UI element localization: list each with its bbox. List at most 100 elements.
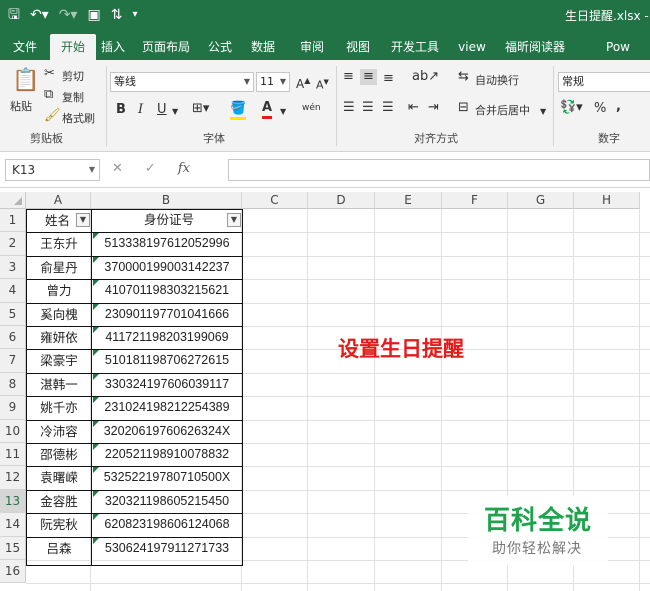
column-header[interactable]: F xyxy=(442,192,508,209)
formula-input[interactable] xyxy=(228,159,650,181)
id-cell[interactable]: 330324197606039117 xyxy=(92,373,242,396)
id-cell[interactable]: 231024198212254389 xyxy=(92,396,242,419)
id-cell[interactable]: 510181198706272615 xyxy=(92,349,242,372)
name-cell[interactable]: 阮宪秋 xyxy=(27,513,91,536)
name-cell[interactable]: 邵德彬 xyxy=(27,443,91,466)
italic-button[interactable]: I xyxy=(138,102,143,118)
row-header[interactable]: 7 xyxy=(0,349,26,373)
row-header[interactable]: 16 xyxy=(0,560,26,584)
id-cell[interactable]: 620823198606124068 xyxy=(92,513,242,536)
paste-icon[interactable]: 📋 xyxy=(12,68,39,94)
name-cell[interactable]: 袁曙嵘 xyxy=(27,466,91,489)
grow-font-button[interactable]: A▲ xyxy=(296,73,310,92)
id-cell[interactable]: 320321198605215450 xyxy=(92,490,242,513)
border-icon[interactable]: ⊞▾ xyxy=(192,101,209,117)
percent-button[interactable]: % xyxy=(594,101,606,117)
column-header[interactable]: C xyxy=(242,192,308,209)
id-cell[interactable]: 53252219780710500X xyxy=(92,466,242,489)
row-header[interactable]: 1 xyxy=(0,209,26,233)
decrease-indent-icon[interactable]: ⇤ xyxy=(408,100,419,116)
paste-button[interactable]: 粘贴 xyxy=(10,98,32,114)
column-header[interactable]: H xyxy=(574,192,640,209)
column-header[interactable]: E xyxy=(375,192,442,209)
row-header[interactable]: 14 xyxy=(0,513,26,537)
row-header[interactable]: 9 xyxy=(0,396,26,420)
tab-insert[interactable]: 插入 xyxy=(96,34,130,60)
name-cell[interactable]: 俞星丹 xyxy=(27,256,91,279)
underline-button[interactable]: U xyxy=(157,102,167,118)
align-center-icon[interactable]: ☰ xyxy=(362,100,374,116)
format-painter-button[interactable]: 格式刷 xyxy=(62,110,95,126)
row-header[interactable]: 2 xyxy=(0,232,26,256)
align-top-icon[interactable]: ≡ xyxy=(343,69,354,85)
row-header[interactable]: 12 xyxy=(0,466,26,490)
filter-dropdown-icon[interactable]: ▼ xyxy=(76,213,90,227)
font-size-select[interactable]: 11 ▼ xyxy=(256,72,290,92)
increase-indent-icon[interactable]: ⇥ xyxy=(428,100,439,116)
header-cell-id[interactable]: 身份证号 xyxy=(92,209,242,232)
name-cell[interactable]: 梁豪宇 xyxy=(27,349,91,372)
copy-button[interactable]: 复制 xyxy=(62,89,84,105)
name-cell[interactable]: 雍妍依 xyxy=(27,326,91,349)
customize-qat-icon[interactable]: ▾ xyxy=(132,6,137,24)
tab-view-en[interactable]: view xyxy=(450,34,494,60)
sort-icon[interactable]: ⇅ xyxy=(111,6,123,24)
comma-button[interactable]: , xyxy=(616,99,621,115)
filter-dropdown-icon[interactable]: ▼ xyxy=(227,213,241,227)
row-header[interactable]: 4 xyxy=(0,279,26,303)
align-middle-icon[interactable]: ≡ xyxy=(360,69,377,85)
select-all-button[interactable] xyxy=(0,192,26,209)
chevron-down-icon[interactable]: ▼ xyxy=(540,104,546,120)
align-bottom-icon[interactable]: ≡ xyxy=(383,71,394,87)
id-cell[interactable]: 220521198910078832 xyxy=(92,443,242,466)
row-header[interactable]: 6 xyxy=(0,326,26,350)
phonetic-button[interactable]: wén xyxy=(302,100,321,116)
id-cell[interactable]: 410701198303215621 xyxy=(92,279,242,302)
number-format-select[interactable]: 常规 xyxy=(558,72,650,92)
tab-data[interactable]: 数据 xyxy=(238,34,288,60)
insert-function-icon[interactable]: fx xyxy=(178,161,190,176)
align-left-icon[interactable]: ☰ xyxy=(343,100,355,116)
id-cell[interactable]: 513338197612052996 xyxy=(92,232,242,255)
bold-button[interactable]: B xyxy=(116,102,126,118)
tab-file[interactable]: 文件 xyxy=(0,34,50,60)
id-cell[interactable]: 230901197701041666 xyxy=(92,303,242,326)
id-cell[interactable]: 411721198203199069 xyxy=(92,326,242,349)
tab-review[interactable]: 审阅 xyxy=(288,34,336,60)
name-cell[interactable]: 金容胜 xyxy=(27,490,91,513)
column-header[interactable]: G xyxy=(508,192,574,209)
row-header[interactable]: 10 xyxy=(0,419,26,443)
redo-icon[interactable]: ↷▾ xyxy=(59,6,78,24)
cut-button[interactable]: 剪切 xyxy=(62,68,84,84)
row-header[interactable]: 8 xyxy=(0,372,26,397)
column-header[interactable]: B xyxy=(91,192,242,209)
fill-color-icon[interactable]: 🪣 xyxy=(230,101,247,120)
merge-center-button[interactable]: 合并后居中 xyxy=(475,102,530,118)
id-cell[interactable]: 530624197911271733 xyxy=(92,537,242,560)
tab-home[interactable]: 开始 xyxy=(50,34,96,60)
tab-developer[interactable]: 开发工具 xyxy=(380,34,450,60)
accounting-format-icon[interactable]: 💱▾ xyxy=(560,100,583,116)
chevron-down-icon[interactable]: ▼ xyxy=(172,104,178,120)
name-cell[interactable]: 姚千亦 xyxy=(27,396,91,419)
name-cell[interactable]: 湛韩一 xyxy=(27,373,91,396)
align-right-icon[interactable]: ☰ xyxy=(382,100,394,116)
name-cell[interactable]: 王东升 xyxy=(27,232,91,255)
font-color-icon[interactable]: A xyxy=(262,100,273,119)
name-cell[interactable]: 曾力 xyxy=(27,279,91,302)
column-header[interactable]: D xyxy=(308,192,375,209)
font-name-select[interactable]: 等线 ▼ xyxy=(110,72,254,92)
id-cell[interactable]: 32020619760626324X xyxy=(92,420,242,443)
id-cell[interactable]: 370000199003142237 xyxy=(92,256,242,279)
save-icon[interactable]: 🖫 xyxy=(8,6,20,24)
tab-power[interactable]: Pow xyxy=(576,34,630,60)
row-header[interactable]: 5 xyxy=(0,302,26,326)
undo-icon[interactable]: ↶▾ xyxy=(30,6,49,24)
wrap-text-button[interactable]: 自动换行 xyxy=(475,72,519,88)
chevron-down-icon[interactable]: ▼ xyxy=(280,104,286,120)
tab-formulas[interactable]: 公式 xyxy=(202,34,238,60)
confirm-icon[interactable]: ✓ xyxy=(145,161,156,176)
name-cell[interactable]: 冷沛容 xyxy=(27,420,91,443)
print-preview-icon[interactable]: ▣ xyxy=(87,6,100,24)
row-header[interactable]: 3 xyxy=(0,255,26,280)
